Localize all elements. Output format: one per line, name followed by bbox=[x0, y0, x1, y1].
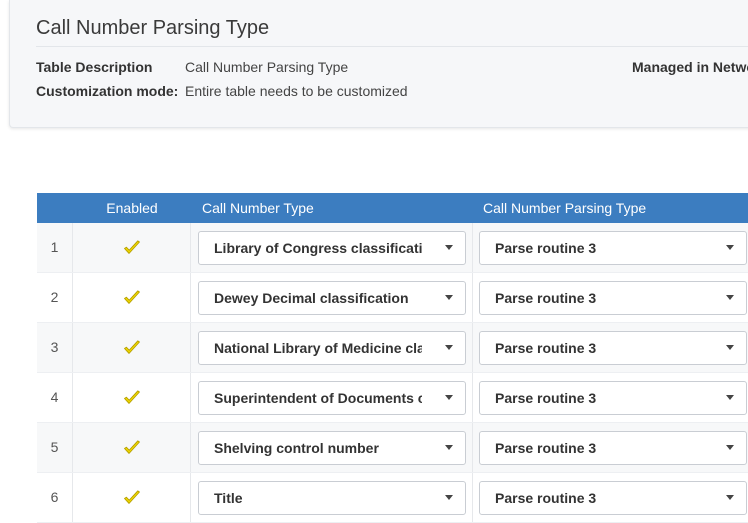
parsing-type-value: Parse routine 3 bbox=[495, 340, 597, 356]
row-number: 1 bbox=[37, 223, 73, 272]
enabled-cell bbox=[73, 373, 191, 422]
checkmark-icon[interactable] bbox=[123, 289, 141, 307]
call-number-type-select[interactable]: National Library of Medicine classificat… bbox=[198, 331, 466, 365]
enabled-cell bbox=[73, 273, 191, 322]
caret-down-icon bbox=[445, 495, 453, 500]
parsing-type-select[interactable]: Parse routine 3 bbox=[479, 331, 747, 365]
checkmark-icon[interactable] bbox=[123, 339, 141, 357]
caret-down-icon bbox=[726, 245, 734, 250]
column-divider bbox=[472, 273, 473, 322]
call-number-type-select[interactable]: Library of Congress classification bbox=[198, 231, 466, 265]
table-description-value: Call Number Parsing Type bbox=[185, 59, 349, 75]
parsing-type-select[interactable]: Parse routine 3 bbox=[479, 381, 747, 415]
table-row: 3 National Library of Medicine classific… bbox=[37, 323, 748, 373]
enabled-cell bbox=[73, 473, 191, 522]
row-number: 2 bbox=[37, 273, 73, 322]
parsing-type-select[interactable]: Parse routine 3 bbox=[479, 431, 747, 465]
column-divider bbox=[472, 423, 473, 472]
column-divider bbox=[472, 223, 473, 272]
caret-down-icon bbox=[726, 295, 734, 300]
call-number-type-select[interactable]: Dewey Decimal classification bbox=[198, 281, 466, 315]
column-header-enabled[interactable]: Enabled bbox=[73, 193, 191, 223]
parsing-type-value: Parse routine 3 bbox=[495, 240, 597, 256]
enabled-cell bbox=[73, 223, 191, 272]
call-number-type-value: Title bbox=[214, 490, 243, 506]
column-divider bbox=[472, 323, 473, 372]
table-row: 2 Dewey Decimal classification Parse rou… bbox=[37, 273, 748, 323]
call-number-type-value: National Library of Medicine classificat… bbox=[214, 340, 422, 356]
parsing-type-value: Parse routine 3 bbox=[495, 290, 597, 306]
call-number-type-select[interactable]: Superintendent of Documents classificati… bbox=[198, 381, 466, 415]
checkmark-icon[interactable] bbox=[123, 439, 141, 457]
caret-down-icon bbox=[445, 345, 453, 350]
parsing-type-select[interactable]: Parse routine 3 bbox=[479, 281, 747, 315]
table-row: 4 Superintendent of Documents classifica… bbox=[37, 373, 748, 423]
customization-mode-label: Customization mode: bbox=[36, 83, 179, 99]
enabled-cell bbox=[73, 323, 191, 372]
parsing-type-select[interactable]: Parse routine 3 bbox=[479, 231, 747, 265]
caret-down-icon bbox=[445, 445, 453, 450]
call-number-type-value: Superintendent of Documents classificati… bbox=[214, 390, 422, 406]
call-number-type-select[interactable]: Shelving control number bbox=[198, 431, 466, 465]
call-number-type-value: Dewey Decimal classification bbox=[214, 290, 409, 306]
row-number: 4 bbox=[37, 373, 73, 422]
caret-down-icon bbox=[445, 245, 453, 250]
managed-in-label: Managed in Netwo bbox=[632, 59, 748, 75]
enabled-cell bbox=[73, 423, 191, 472]
column-header-call-number-parsing-type[interactable]: Call Number Parsing Type bbox=[483, 193, 646, 223]
column-divider bbox=[472, 373, 473, 422]
page-title: Call Number Parsing Type bbox=[36, 17, 270, 39]
row-number: 6 bbox=[37, 473, 73, 522]
table-row: 1 Library of Congress classification Par… bbox=[37, 223, 748, 273]
caret-down-icon bbox=[445, 395, 453, 400]
customization-mode-value: Entire table needs to be customized bbox=[185, 83, 408, 99]
caret-down-icon bbox=[726, 445, 734, 450]
checkmark-icon[interactable] bbox=[123, 389, 141, 407]
row-number: 3 bbox=[37, 323, 73, 372]
mapping-table: Enabled Call Number Type Call Number Par… bbox=[37, 193, 748, 523]
parsing-type-select[interactable]: Parse routine 3 bbox=[479, 481, 747, 515]
call-number-type-value: Library of Congress classification bbox=[214, 240, 422, 256]
table-info-panel: Call Number Parsing Type Table Descripti… bbox=[9, 0, 748, 128]
parsing-type-value: Parse routine 3 bbox=[495, 390, 597, 406]
table-body: 1 Library of Congress classification Par… bbox=[37, 223, 748, 523]
column-divider bbox=[472, 473, 473, 522]
table-row: 5 Shelving control number Parse routine … bbox=[37, 423, 748, 473]
checkmark-icon[interactable] bbox=[123, 239, 141, 257]
caret-down-icon bbox=[726, 345, 734, 350]
table-description-label: Table Description bbox=[36, 59, 153, 75]
table-header: Enabled Call Number Type Call Number Par… bbox=[37, 193, 748, 223]
checkmark-icon[interactable] bbox=[123, 489, 141, 507]
caret-down-icon bbox=[445, 295, 453, 300]
parsing-type-value: Parse routine 3 bbox=[495, 490, 597, 506]
call-number-type-select[interactable]: Title bbox=[198, 481, 466, 515]
title-divider bbox=[36, 46, 748, 47]
caret-down-icon bbox=[726, 495, 734, 500]
column-header-call-number-type[interactable]: Call Number Type bbox=[202, 193, 314, 223]
table-row: 6 Title Parse routine 3 bbox=[37, 473, 748, 523]
caret-down-icon bbox=[726, 395, 734, 400]
call-number-type-value: Shelving control number bbox=[214, 440, 379, 456]
row-number: 5 bbox=[37, 423, 73, 472]
parsing-type-value: Parse routine 3 bbox=[495, 440, 597, 456]
